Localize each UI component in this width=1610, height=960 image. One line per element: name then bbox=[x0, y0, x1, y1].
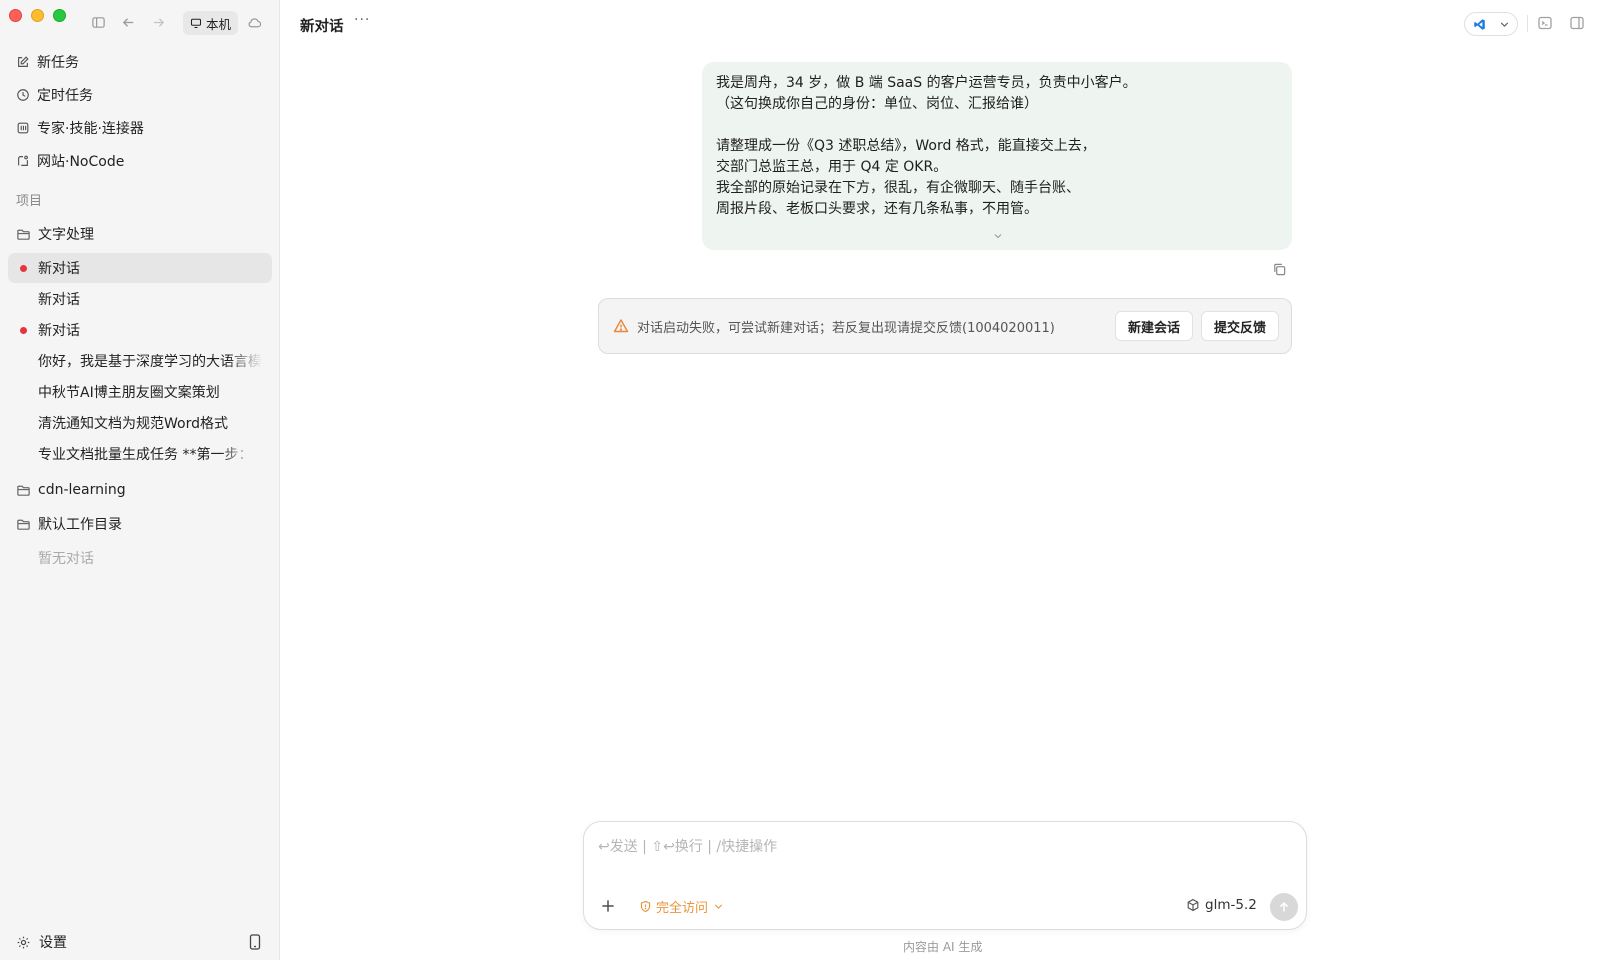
unread-dot bbox=[20, 265, 27, 272]
conversation-item[interactable]: 新对话 bbox=[8, 253, 272, 283]
conversation-title: 新对话 bbox=[38, 292, 80, 308]
conversation-title: 中秋节AI博主朋友圈文案策划 bbox=[38, 385, 220, 401]
project-name: 默认工作目录 bbox=[38, 517, 122, 533]
arrow-up-icon bbox=[1279, 901, 1289, 912]
local-machine-label: 本机 bbox=[206, 16, 232, 32]
project-folder-default-workdir[interactable]: 默认工作目录 bbox=[16, 512, 122, 536]
toggle-right-panel-icon[interactable] bbox=[1569, 15, 1585, 31]
settings-button[interactable]: 设置 bbox=[16, 932, 67, 952]
chevron-down-icon bbox=[1500, 21, 1509, 27]
expand-message-chevron-icon[interactable] bbox=[992, 230, 1004, 242]
conversation-title: 新对话 bbox=[38, 323, 80, 339]
conversation-item[interactable]: 清洗通知文档为规范Word格式 bbox=[8, 408, 272, 438]
open-in-vscode-button[interactable] bbox=[1464, 12, 1518, 36]
clock-icon bbox=[17, 89, 29, 101]
page-title: 新对话 bbox=[300, 19, 344, 35]
ai-generated-note: 内容由 AI 生成 bbox=[903, 940, 983, 954]
monitor-icon bbox=[190, 18, 202, 29]
sidebar: 本机 新任务 定时任务 专家·技能·连接器 网站·NoCode 项目 文字处理 … bbox=[0, 0, 280, 960]
model-label: glm-5.2 bbox=[1205, 897, 1257, 913]
message-line: 请整理成一份《Q3 述职总结》，Word 格式，能直接交上去， bbox=[716, 138, 1096, 154]
projects-section-label: 项目 bbox=[16, 194, 43, 209]
conversation-title: 清洗通知文档为规范Word格式 bbox=[38, 416, 228, 432]
shield-icon bbox=[640, 900, 651, 913]
nav-website-nocode[interactable]: 网站·NoCode bbox=[16, 149, 124, 173]
main-panel: 新对话 ··· 我是周舟，34 岁，做 B 端 SaaS 的客户运营专员，负责中… bbox=[281, 0, 1610, 960]
vscode-icon bbox=[1474, 18, 1485, 30]
no-conversations-note: 暂无对话 bbox=[38, 551, 94, 567]
nav-experts-skills[interactable]: 专家·技能·连接器 bbox=[16, 116, 144, 140]
mobile-device-icon[interactable] bbox=[248, 934, 262, 950]
folder-icon bbox=[17, 229, 30, 240]
add-attachment-icon[interactable] bbox=[599, 897, 617, 915]
zoom-window-button[interactable] bbox=[53, 9, 66, 22]
message-line bbox=[716, 115, 1278, 136]
back-arrow-icon[interactable] bbox=[119, 13, 137, 31]
nav-new-task-label: 新任务 bbox=[37, 55, 79, 71]
message-composer[interactable]: ↩发送 | ⇧↩换行 | /快捷操作 完全访问 glm-5.2 bbox=[583, 821, 1307, 930]
message-line: （这句换成你自己的身份：单位、岗位、汇报给谁） bbox=[716, 96, 1038, 112]
message-line: 交部门总监王总，用于 Q4 定 OKR。 bbox=[716, 159, 948, 175]
send-button[interactable] bbox=[1270, 893, 1298, 921]
settings-label: 设置 bbox=[39, 935, 67, 951]
message-line: 我是周舟，34 岁，做 B 端 SaaS 的客户运营专员，负责中小客户。 bbox=[716, 75, 1137, 91]
new-session-button[interactable]: 新建会话 bbox=[1114, 311, 1193, 341]
terminal-icon[interactable] bbox=[1537, 15, 1553, 31]
project-folder-text-processing[interactable]: 文字处理 bbox=[16, 222, 94, 246]
chevron-down-icon bbox=[714, 904, 723, 909]
conversation-item[interactable]: 新对话 bbox=[8, 284, 272, 314]
nav-scheduled-tasks[interactable]: 定时任务 bbox=[16, 83, 93, 107]
error-message: 对话启动失败，可尝试新建对话；若反复出现请提交反馈(1004020011) bbox=[637, 320, 1055, 336]
warning-icon bbox=[613, 319, 629, 333]
conversation-item[interactable]: 你好，我是基于深度学习的大语言模 bbox=[8, 346, 272, 376]
window-controls bbox=[9, 9, 66, 22]
grid-icon bbox=[17, 122, 29, 134]
access-mode-label: 完全访问 bbox=[656, 901, 709, 916]
conversation-item[interactable]: 专业文档批量生成任务 **第一步： bbox=[8, 439, 272, 469]
more-options-button[interactable]: ··· bbox=[354, 12, 370, 28]
composer-placeholder[interactable]: ↩发送 | ⇧↩换行 | /快捷操作 bbox=[598, 836, 777, 856]
project-name: cdn-learning bbox=[38, 482, 126, 498]
nav-new-task[interactable]: 新任务 bbox=[16, 50, 79, 74]
folder-icon bbox=[17, 519, 30, 530]
edit-icon bbox=[18, 56, 29, 67]
message-line: 我全部的原始记录在下方，很乱，有企微聊天、随手台账、 bbox=[716, 180, 1080, 196]
conversation-title: 专业文档批量生成任务 **第一步： bbox=[38, 447, 253, 463]
conversation-item[interactable]: 新对话 bbox=[8, 315, 272, 345]
nav-website-nocode-label: 网站·NoCode bbox=[37, 154, 125, 170]
cube-icon bbox=[1187, 898, 1199, 912]
minimize-window-button[interactable] bbox=[31, 9, 44, 22]
conversation-title: 新对话 bbox=[38, 261, 80, 277]
gear-icon bbox=[17, 936, 30, 948]
cloud-icon[interactable] bbox=[245, 13, 263, 31]
access-mode-selector[interactable]: 完全访问 bbox=[639, 897, 725, 916]
toggle-sidebar-icon[interactable] bbox=[89, 13, 107, 31]
project-name: 文字处理 bbox=[38, 227, 94, 243]
folder-icon bbox=[17, 485, 30, 496]
message-line: 周报片段、老板口头要求，还有几条私事，不用管。 bbox=[716, 201, 1038, 217]
conversation-title: 你好，我是基于深度学习的大语言模 bbox=[38, 354, 262, 370]
unread-dot bbox=[20, 327, 27, 334]
toolbar-divider bbox=[1527, 15, 1528, 32]
project-folder-cdn-learning[interactable]: cdn-learning bbox=[16, 478, 126, 502]
forward-arrow-icon[interactable] bbox=[149, 13, 167, 31]
conversation-item[interactable]: 中秋节AI博主朋友圈文案策划 bbox=[8, 377, 272, 407]
close-window-button[interactable] bbox=[9, 9, 22, 22]
error-banner: 对话启动失败，可尝试新建对话；若反复出现请提交反馈(1004020011) 新建… bbox=[598, 298, 1292, 354]
model-selector[interactable]: glm-5.2 bbox=[1186, 897, 1257, 913]
site-icon bbox=[18, 155, 28, 166]
nav-experts-skills-label: 专家·技能·连接器 bbox=[37, 121, 144, 137]
local-machine-toggle[interactable]: 本机 bbox=[183, 11, 239, 35]
user-message-bubble: 我是周舟，34 岁，做 B 端 SaaS 的客户运营专员，负责中小客户。 （这句… bbox=[702, 62, 1292, 250]
nav-scheduled-tasks-label: 定时任务 bbox=[37, 88, 93, 104]
submit-feedback-button[interactable]: 提交反馈 bbox=[1200, 311, 1279, 341]
copy-icon[interactable] bbox=[1272, 262, 1287, 277]
